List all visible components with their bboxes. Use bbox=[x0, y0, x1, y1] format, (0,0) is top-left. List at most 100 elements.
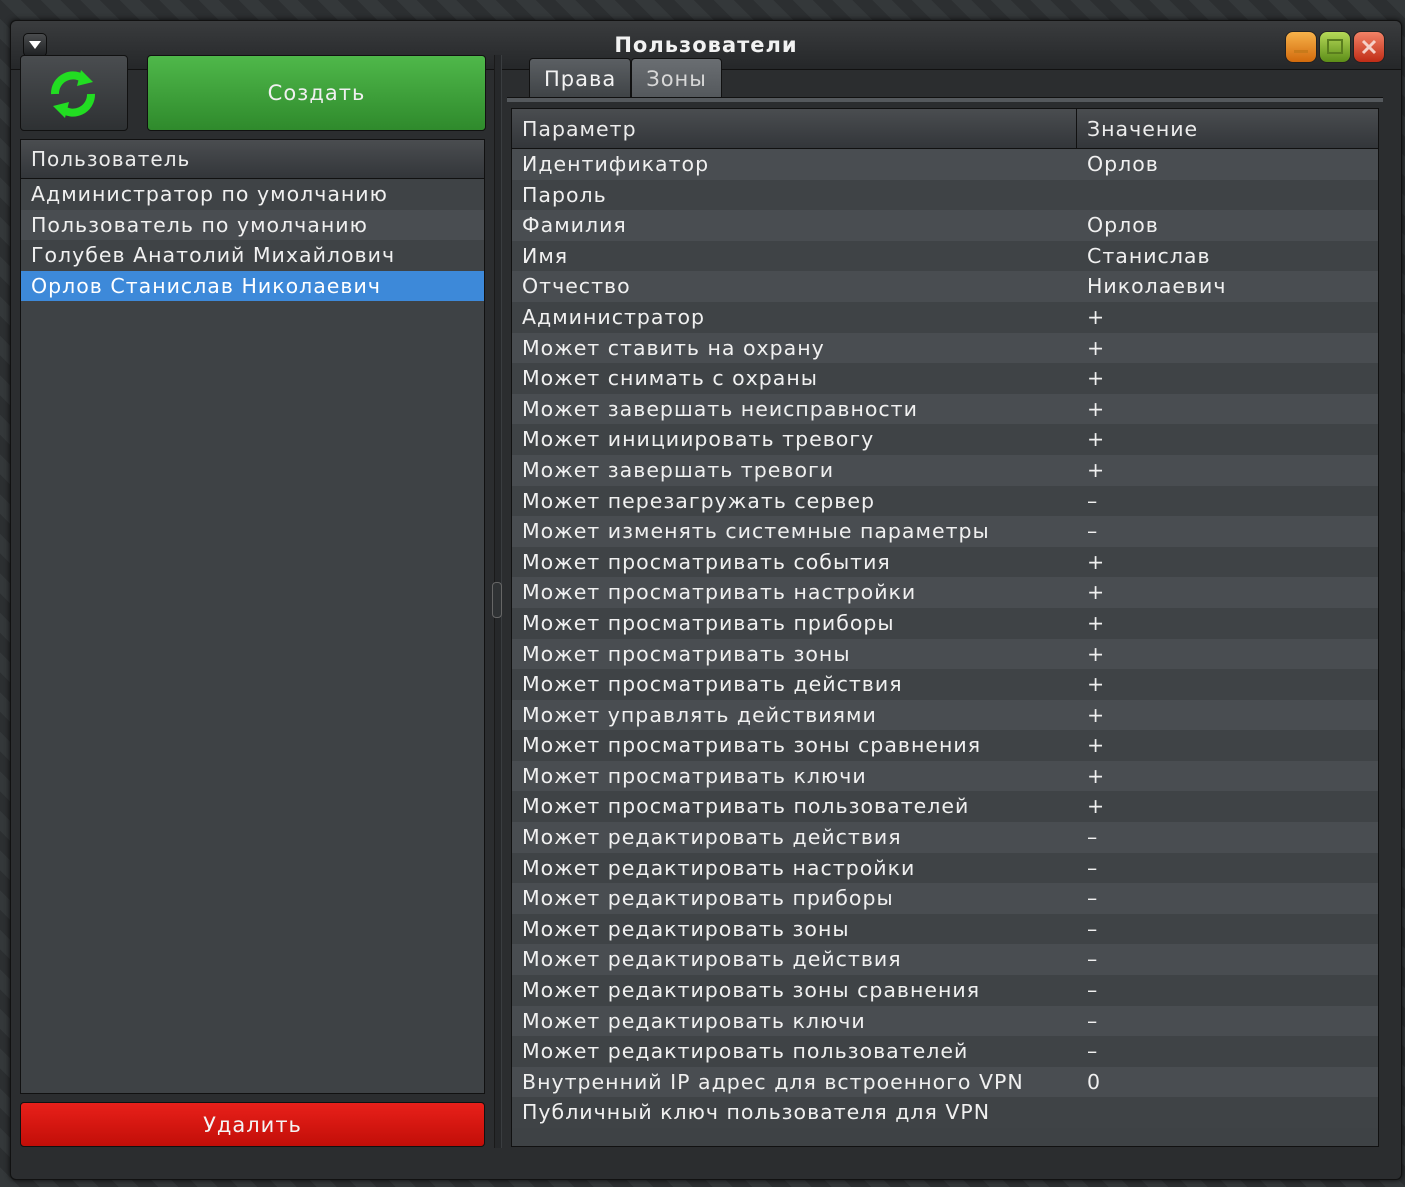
value-cell[interactable]: – bbox=[1077, 883, 1378, 914]
parameter-cell: Администратор bbox=[522, 304, 705, 329]
table-row[interactable]: Может просматривать приборы + bbox=[512, 607, 1378, 639]
table-row[interactable]: Может просматривать события + bbox=[512, 546, 1378, 578]
table-row[interactable]: Может инициировать тревогу + bbox=[512, 424, 1378, 455]
table-row[interactable]: Администратор + bbox=[512, 301, 1378, 333]
table-row[interactable]: Может завершать неисправности + bbox=[512, 393, 1378, 425]
user-list-item[interactable]: Голубев Анатолий Михайлович bbox=[21, 240, 484, 271]
value-cell[interactable]: + bbox=[1077, 608, 1378, 639]
table-row[interactable]: Может управлять действиями + bbox=[512, 699, 1378, 731]
table-row[interactable]: Идентификатор Орлов bbox=[512, 149, 1378, 180]
parameter-cell: Может редактировать зоны сравнения bbox=[522, 978, 981, 1003]
value-cell[interactable]: + bbox=[1077, 577, 1378, 608]
parameter-cell: Может просматривать зоны bbox=[522, 641, 851, 666]
create-button[interactable]: Создать bbox=[147, 55, 486, 131]
table-row[interactable]: Может редактировать ключи – bbox=[512, 1005, 1378, 1037]
tab-zones[interactable]: Зоны bbox=[631, 58, 722, 98]
table-row[interactable]: Отчество Николаевич bbox=[512, 271, 1378, 302]
parameter-cell: Может редактировать пользователей bbox=[522, 1039, 969, 1064]
value-cell[interactable]: – bbox=[1077, 914, 1378, 945]
user-list-header[interactable]: Пользователь bbox=[21, 140, 484, 179]
parameter-cell: Может просматривать зоны сравнения bbox=[522, 733, 982, 758]
value-cell[interactable]: + bbox=[1077, 302, 1378, 333]
value-cell[interactable]: + bbox=[1077, 700, 1378, 731]
value-cell[interactable]: + bbox=[1077, 669, 1378, 700]
value-cell[interactable]: – bbox=[1077, 1006, 1378, 1037]
parameter-cell: Может редактировать действия bbox=[522, 947, 902, 972]
value-cell[interactable]: Станислав bbox=[1077, 241, 1378, 272]
value-cell[interactable]: + bbox=[1077, 639, 1378, 670]
table-row[interactable]: Может ставить на охрану + bbox=[512, 332, 1378, 364]
column-header-parameter[interactable]: Параметр bbox=[512, 109, 1077, 148]
parameter-cell: Может редактировать ключи bbox=[522, 1008, 866, 1033]
table-row[interactable]: Может перезагружать сервер – bbox=[512, 485, 1378, 517]
user-list-item[interactable]: Пользователь по умолчанию bbox=[21, 209, 484, 241]
parameter-cell: Может завершать неисправности bbox=[522, 396, 918, 421]
parameter-cell: Фамилия bbox=[522, 213, 627, 238]
table-row[interactable]: Может просматривать ключи + bbox=[512, 760, 1378, 792]
splitter-handle[interactable] bbox=[492, 582, 502, 618]
value-cell[interactable]: + bbox=[1077, 761, 1378, 792]
parameter-cell: Может изменять системные параметры bbox=[522, 519, 990, 544]
table-row[interactable]: Может завершать тревоги + bbox=[512, 454, 1378, 486]
value-cell[interactable]: + bbox=[1077, 424, 1378, 455]
delete-button[interactable]: Удалить bbox=[20, 1102, 485, 1147]
value-cell[interactable]: + bbox=[1077, 547, 1378, 578]
user-list-item[interactable]: Орлов Станислав Николаевич bbox=[21, 270, 484, 302]
value-cell[interactable]: – bbox=[1077, 853, 1378, 884]
table-row[interactable]: Может просматривать пользователей + bbox=[512, 791, 1378, 823]
table-row[interactable]: Пароль bbox=[512, 179, 1378, 211]
value-cell[interactable]: Николаевич bbox=[1077, 271, 1378, 302]
parameter-cell: Публичный ключ пользователя для VPN bbox=[522, 1100, 991, 1125]
value-cell[interactable] bbox=[1077, 180, 1378, 211]
refresh-icon bbox=[51, 70, 95, 118]
value-cell[interactable]: + bbox=[1077, 455, 1378, 486]
value-cell[interactable]: – bbox=[1077, 516, 1378, 547]
user-list-item[interactable]: Администратор по умолчанию bbox=[21, 179, 484, 210]
pane-splitter[interactable] bbox=[492, 55, 502, 1148]
properties-table: Параметр Значение Идентификатор Орлов Паро… bbox=[511, 108, 1379, 1147]
table-row[interactable]: Может редактировать действия – bbox=[512, 944, 1378, 976]
table-row[interactable]: Может просматривать зоны + bbox=[512, 638, 1378, 670]
value-cell[interactable]: – bbox=[1077, 975, 1378, 1006]
value-cell[interactable]: + bbox=[1077, 394, 1378, 425]
value-cell[interactable]: + bbox=[1077, 363, 1378, 394]
table-row[interactable]: Может редактировать приборы – bbox=[512, 883, 1378, 914]
value-cell[interactable]: – bbox=[1077, 486, 1378, 517]
parameter-cell: Может просматривать настройки bbox=[522, 580, 917, 605]
parameter-cell: Имя bbox=[522, 243, 569, 268]
table-row[interactable]: Может редактировать пользователей – bbox=[512, 1036, 1378, 1067]
table-row[interactable]: Может просматривать зоны сравнения + bbox=[512, 730, 1378, 761]
value-cell[interactable]: Орлов bbox=[1077, 210, 1378, 241]
value-cell[interactable]: + bbox=[1077, 333, 1378, 364]
value-cell[interactable]: + bbox=[1077, 791, 1378, 822]
value-cell[interactable]: + bbox=[1077, 730, 1378, 761]
users-panel: Создать Пользователь Администратор по ум… bbox=[20, 55, 486, 1148]
table-row[interactable]: Фамилия Орлов bbox=[512, 210, 1378, 241]
value-cell[interactable]: Орлов bbox=[1077, 149, 1378, 180]
table-row[interactable]: Может просматривать действия + bbox=[512, 669, 1378, 700]
table-row[interactable]: Имя Станислав bbox=[512, 240, 1378, 272]
table-row[interactable]: Внутренний IP адрес для встроенного VPN 0 bbox=[512, 1066, 1378, 1098]
tab-rights[interactable]: Права bbox=[529, 58, 632, 98]
value-cell[interactable]: – bbox=[1077, 1036, 1378, 1067]
table-row[interactable]: Может редактировать зоны сравнения – bbox=[512, 975, 1378, 1006]
parameter-cell: Может ставить на охрану bbox=[522, 335, 825, 360]
refresh-button[interactable] bbox=[20, 55, 128, 131]
column-header-value[interactable]: Значение bbox=[1077, 109, 1378, 148]
table-row[interactable]: Может редактировать настройки – bbox=[512, 852, 1378, 884]
user-list: Пользователь Администратор по умолчанию П… bbox=[20, 139, 485, 1094]
parameter-cell: Может просматривать события bbox=[522, 549, 891, 574]
table-row[interactable]: Может редактировать зоны – bbox=[512, 913, 1378, 945]
value-cell[interactable] bbox=[1077, 1097, 1378, 1128]
parameter-cell: Пароль bbox=[522, 182, 607, 207]
value-cell[interactable]: 0 bbox=[1077, 1067, 1378, 1098]
value-cell[interactable]: – bbox=[1077, 822, 1378, 853]
table-row[interactable]: Может снимать с охраны + bbox=[512, 363, 1378, 394]
table-row[interactable]: Может редактировать действия – bbox=[512, 822, 1378, 853]
table-row[interactable]: Может просматривать настройки + bbox=[512, 577, 1378, 608]
table-header: Параметр Значение bbox=[512, 109, 1378, 149]
parameter-cell: Может перезагружать сервер bbox=[522, 488, 875, 513]
value-cell[interactable]: – bbox=[1077, 944, 1378, 975]
table-row[interactable]: Может изменять системные параметры – bbox=[512, 516, 1378, 547]
table-row[interactable]: Публичный ключ пользователя для VPN bbox=[512, 1097, 1378, 1128]
